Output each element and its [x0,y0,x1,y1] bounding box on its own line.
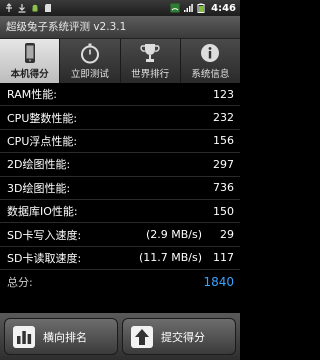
clock: 4:46 [211,2,236,14]
score-row-cpu-int: CPU整数性能: 232 [0,106,240,130]
app-title: 超级兔子系统评测 v2.3.1 [0,16,240,39]
bottom-toolbar: 横向排名 提交得分 [0,313,240,360]
total-label: 总分: [7,275,33,289]
sd-card-icon [45,4,51,12]
score-label: CPU浮点性能: [7,134,78,148]
score-value: 150 [213,204,234,218]
score-value: 29 [220,228,234,242]
score-list: RAM性能: 123 CPU整数性能: 232 CPU浮点性能: 156 2D绘… [0,83,240,293]
score-value: 297 [213,157,234,171]
ranking-button[interactable]: 横向排名 [4,318,118,355]
score-label: 2D绘图性能: [7,158,71,172]
score-row-2d: 2D绘图性能: 297 [0,153,240,177]
signal-icon [184,4,193,12]
tab-label: 立即测试 [70,69,109,80]
android-icon [32,4,38,12]
info-icon [201,44,220,62]
tab-my-score[interactable]: 本机得分 [0,39,61,83]
tab-system-info[interactable]: 系统信息 [181,39,240,83]
score-label: CPU整数性能: [7,111,78,125]
score-value: 123 [213,87,234,101]
score-value: 156 [213,134,234,148]
score-label: 3D绘图性能: [7,181,71,195]
wifi-icon [170,3,180,13]
score-row-cpu-float: CPU浮点性能: 156 [0,130,240,154]
score-speed: (2.9 MB/s) [145,228,202,242]
score-value: 736 [213,181,234,195]
score-label: 数据库IO性能: [7,205,78,219]
download-icon [18,4,26,13]
battery-icon [197,3,205,13]
phone-icon [24,43,35,63]
bar-chart-icon [13,325,35,348]
score-speed: (11.7 MB/s) [138,251,202,265]
status-bar: 4:46 [0,0,240,16]
submit-score-button[interactable]: 提交得分 [122,318,236,355]
tab-label: 世界排行 [131,69,170,80]
up-arrow-icon [131,325,153,348]
submit-button-label: 提交得分 [161,330,205,344]
score-value: 232 [213,111,234,125]
usb-icon [6,3,12,12]
tab-label: 本机得分 [10,69,49,80]
ranking-button-label: 横向排名 [43,330,87,344]
score-row-3d: 3D绘图性能: 736 [0,177,240,200]
tab-label: 系统信息 [191,69,230,80]
score-value: 117 [213,251,234,265]
score-row-ram: RAM性能: 123 [0,83,240,107]
score-label: SD卡写入速度: [7,228,82,242]
score-row-sd-read: SD卡读取速度: (11.7 MB/s) 117 [0,247,240,271]
tab-bar: 本机得分 立即测试 世界排行 系统信息 [0,39,240,83]
trophy-icon [140,44,160,62]
score-label: RAM性能: [7,88,57,102]
stopwatch-icon [80,43,99,64]
score-row-db-io: 数据库IO性能: 150 [0,200,240,224]
tab-world-ranking[interactable]: 世界排行 [121,39,181,83]
score-row-sd-write: SD卡写入速度: (2.9 MB/s) 29 [0,223,240,247]
score-label: SD卡读取速度: [7,251,82,265]
total-score-value: 1840 [203,274,234,289]
tab-test-now[interactable]: 立即测试 [60,39,121,83]
score-row-total: 总分: 1840 [0,270,240,293]
